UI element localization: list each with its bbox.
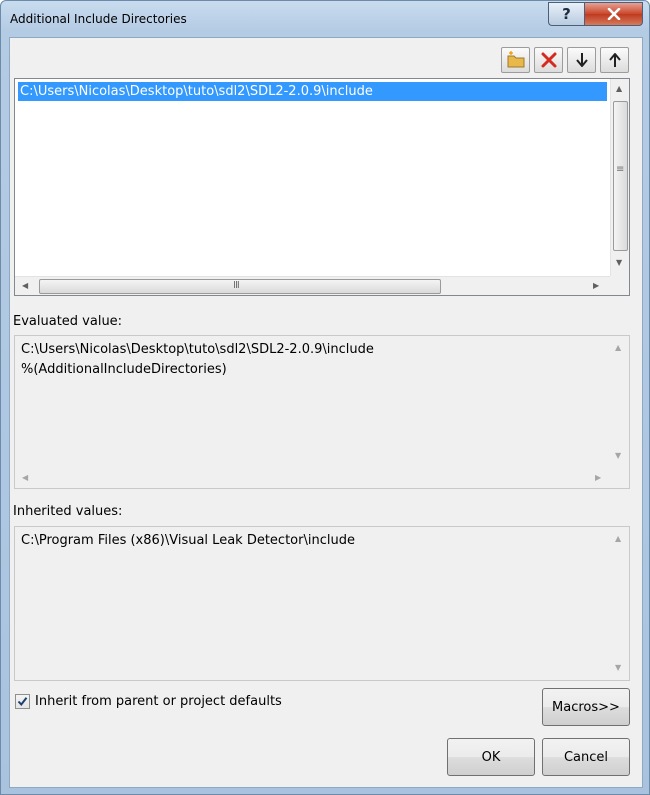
new-line-icon: [507, 51, 524, 68]
title-bar[interactable]: Additional Include Directories ?: [1, 1, 650, 37]
scroll-up-arrow-icon[interactable]: ▲: [615, 344, 621, 352]
macros-button[interactable]: Macros>>: [542, 688, 630, 726]
scroll-right-arrow-icon[interactable]: ▶: [595, 474, 601, 482]
inherited-values-label: Inherited values:: [13, 504, 123, 519]
evaluated-horizontal-scrollbar[interactable]: ◀ ▶: [15, 469, 610, 488]
checkmark-icon: [17, 697, 28, 707]
scroll-up-arrow-icon[interactable]: ▲: [615, 535, 621, 543]
cancel-button[interactable]: Cancel: [542, 738, 630, 776]
move-up-icon: [608, 53, 621, 67]
evaluated-line-2: %(AdditionalIncludeDirectories): [21, 362, 227, 377]
move-down-button[interactable]: [567, 47, 596, 73]
scroll-left-arrow-icon[interactable]: ◀: [22, 282, 28, 290]
ok-button[interactable]: OK: [447, 738, 535, 776]
horizontal-scroll-thumb[interactable]: III: [39, 279, 441, 294]
grip-icon: ≡: [616, 164, 624, 175]
inherited-line-1: C:\Program Files (x86)\Visual Leak Detec…: [21, 533, 355, 548]
grip-icon: III: [233, 280, 240, 291]
scroll-left-arrow-icon[interactable]: ◀: [22, 474, 28, 482]
evaluated-vertical-scrollbar[interactable]: ▲ ▼: [610, 336, 629, 469]
close-button[interactable]: [584, 2, 643, 26]
delete-button[interactable]: [534, 47, 563, 73]
inherited-values-box[interactable]: C:\Program Files (x86)\Visual Leak Detec…: [14, 526, 630, 681]
directory-list[interactable]: C:\Users\Nicolas\Desktop\tuto\sdl2\SDL2-…: [14, 78, 630, 296]
vertical-scroll-thumb[interactable]: ≡: [613, 101, 628, 251]
scroll-up-arrow-icon[interactable]: ▲: [616, 85, 622, 93]
move-down-icon: [575, 53, 588, 67]
delete-icon: [541, 52, 556, 68]
dialog-title: Additional Include Directories: [10, 12, 187, 26]
evaluated-line-1: C:\Users\Nicolas\Desktop\tuto\sdl2\SDL2-…: [21, 342, 374, 357]
scroll-down-arrow-icon[interactable]: ▼: [615, 452, 621, 460]
inherit-checkbox[interactable]: [15, 694, 30, 709]
new-line-button[interactable]: [501, 47, 530, 73]
move-up-button[interactable]: [600, 47, 629, 73]
list-horizontal-scrollbar[interactable]: ◀ III ▶: [15, 276, 612, 295]
scroll-right-arrow-icon[interactable]: ▶: [593, 282, 599, 290]
list-vertical-scrollbar[interactable]: ▲ ≡ ▼: [610, 79, 629, 276]
evaluated-value-box[interactable]: C:\Users\Nicolas\Desktop\tuto\sdl2\SDL2-…: [14, 335, 630, 489]
help-icon: ?: [562, 5, 571, 23]
scroll-down-arrow-icon[interactable]: ▼: [615, 664, 621, 672]
list-item[interactable]: C:\Users\Nicolas\Desktop\tuto\sdl2\SDL2-…: [18, 82, 607, 101]
scroll-corner: [610, 276, 629, 295]
inherited-vertical-scrollbar[interactable]: ▲ ▼: [610, 527, 629, 680]
evaluated-value-label: Evaluated value:: [13, 314, 123, 329]
help-button[interactable]: ?: [548, 2, 584, 26]
close-icon: [607, 8, 620, 20]
scroll-down-arrow-icon[interactable]: ▼: [616, 259, 622, 267]
inherit-checkbox-label[interactable]: Inherit from parent or project defaults: [35, 694, 282, 709]
